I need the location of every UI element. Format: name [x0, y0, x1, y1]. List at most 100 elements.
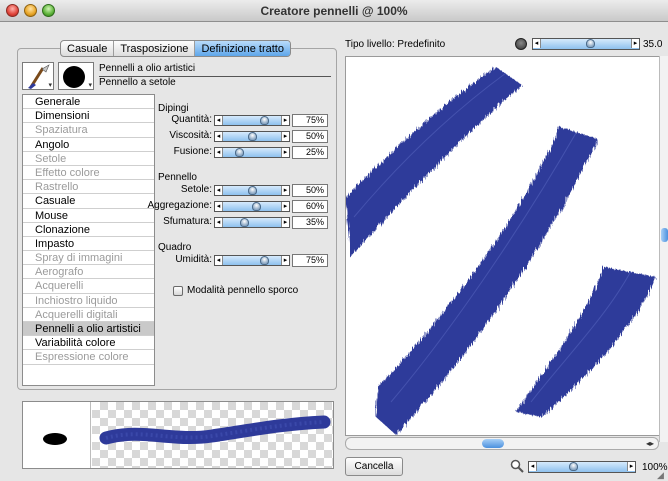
horizontal-scrollbar[interactable]: ◂▸: [345, 437, 659, 450]
vertical-scrollbar[interactable]: [659, 56, 668, 442]
dirty-mode-checkbox[interactable]: [173, 286, 183, 296]
fusione-slider[interactable]: ◂ ▸: [214, 147, 290, 158]
property-item[interactable]: Variabilità colore: [23, 336, 154, 351]
property-item[interactable]: Pennelli a olio artistici: [23, 322, 154, 337]
scratch-pad-canvas[interactable]: [345, 56, 667, 436]
slider-thumb[interactable]: [585, 39, 595, 48]
slider-thumb[interactable]: [569, 462, 579, 471]
fusione-label: Fusione:: [173, 146, 212, 157]
umidita-slider[interactable]: ◂ ▸: [214, 255, 290, 266]
umidita-value[interactable]: 75%: [292, 254, 328, 267]
slider-left-arrow-icon[interactable]: ◂: [533, 39, 541, 48]
setole-slider[interactable]: ◂ ▸: [214, 185, 290, 196]
canvas-strokes: [346, 67, 656, 435]
property-item: Rastrello: [23, 180, 154, 195]
slider-thumb[interactable]: [259, 116, 269, 125]
cancel-button[interactable]: Cancella: [345, 457, 403, 476]
property-item: Spray di immagini: [23, 251, 154, 266]
slider-left-arrow-icon[interactable]: ◂: [215, 256, 223, 265]
slider-left-arrow-icon[interactable]: ◂: [529, 462, 537, 471]
property-item[interactable]: Casuale: [23, 194, 154, 209]
title-bar: Creatore pennelli @ 100%: [0, 0, 668, 22]
viscosita-row: Viscosità: ◂ ▸ 50%: [158, 130, 330, 143]
brush-category-selector[interactable]: ▾: [22, 62, 54, 90]
slider-right-arrow-icon[interactable]: ▸: [281, 116, 289, 125]
property-item: Effetto colore: [23, 166, 154, 181]
aggregazione-label: Aggregazione:: [147, 200, 213, 211]
zoom-slider[interactable]: ◂ ▸: [528, 461, 636, 473]
brush-size-slider[interactable]: ◂ ▸: [532, 38, 640, 50]
tab-definizione-tratto[interactable]: Definizione tratto: [195, 41, 290, 56]
property-item[interactable]: Angolo: [23, 138, 154, 152]
slider-right-arrow-icon[interactable]: ▸: [281, 202, 289, 211]
vertical-scroll-thumb[interactable]: [661, 228, 668, 242]
dab-type-selector[interactable]: ▾: [58, 62, 94, 90]
aggregazione-slider[interactable]: ◂ ▸: [214, 201, 290, 212]
tab-trasposizione[interactable]: Trasposizione: [114, 41, 196, 56]
slider-thumb[interactable]: [247, 186, 257, 195]
slider-right-arrow-icon[interactable]: ▸: [281, 186, 289, 195]
viscosita-slider[interactable]: ◂ ▸: [214, 131, 290, 142]
property-item[interactable]: Mouse: [23, 209, 154, 223]
slider-left-arrow-icon[interactable]: ◂: [215, 116, 223, 125]
slider-thumb[interactable]: [235, 148, 245, 157]
sfumatura-value[interactable]: 35%: [292, 216, 328, 229]
slider-thumb[interactable]: [259, 256, 269, 265]
tab-casuale[interactable]: Casuale: [61, 41, 115, 56]
slider-thumb[interactable]: [247, 132, 257, 141]
slider-left-arrow-icon[interactable]: ◂: [215, 132, 223, 141]
property-item[interactable]: Generale: [23, 95, 154, 110]
property-item[interactable]: Clonazione: [23, 223, 154, 237]
property-item[interactable]: Dimensioni: [23, 109, 154, 124]
property-item: Espressione colore: [23, 350, 154, 365]
slider-right-arrow-icon[interactable]: ▸: [281, 148, 289, 157]
umidita-row: Umidità: ◂ ▸ 75%: [158, 254, 330, 267]
resize-grip-icon[interactable]: ◢: [657, 470, 667, 480]
sfumatura-slider[interactable]: ◂ ▸: [214, 217, 290, 228]
dropdown-arrow-icon: ▾: [88, 82, 92, 89]
property-item: Aerografo: [23, 265, 154, 280]
setole-row: Setole: ◂ ▸ 50%: [158, 184, 330, 197]
viscosita-value[interactable]: 50%: [292, 130, 328, 143]
slider-left-arrow-icon[interactable]: ◂: [215, 148, 223, 157]
brush-size-dot-icon[interactable]: [515, 38, 527, 50]
scroll-arrows-icon[interactable]: ◂▸: [646, 438, 654, 449]
slider-left-arrow-icon[interactable]: ◂: [215, 186, 223, 195]
slider-right-arrow-icon[interactable]: ▸: [281, 132, 289, 141]
slider-right-arrow-icon[interactable]: ▸: [281, 218, 289, 227]
slider-thumb[interactable]: [240, 218, 250, 227]
slider-thumb[interactable]: [252, 202, 262, 211]
magnifier-icon[interactable]: [510, 459, 524, 473]
property-item: Inchiostro liquido: [23, 294, 154, 308]
dirty-mode-label[interactable]: Modalità pennello sporco: [187, 285, 298, 296]
window-title: Creatore pennelli @ 100%: [260, 4, 408, 18]
property-item: Acquerelli digitali: [23, 308, 154, 322]
round-dab-icon: [63, 66, 85, 88]
layer-type-label: Tipo livello: Predefinito: [345, 39, 446, 50]
quantita-row: Quantità: ◂ ▸ 75%: [158, 114, 330, 127]
horizontal-scroll-thumb[interactable]: [482, 439, 504, 448]
brush-variant-name: Pennello a setole: [99, 77, 176, 88]
property-list: Generale Dimensioni Spaziatura Angolo Setole…: [22, 94, 155, 386]
property-item[interactable]: Impasto: [23, 237, 154, 252]
brush-creator-window: Creatore pennelli @ 100% Casuale Traspos…: [0, 0, 668, 481]
slider-left-arrow-icon[interactable]: ◂: [215, 202, 223, 211]
dropdown-arrow-icon: ▾: [48, 82, 52, 89]
setole-value[interactable]: 50%: [292, 184, 328, 197]
fusione-value[interactable]: 25%: [292, 146, 328, 159]
stroke-preview-area: [92, 402, 333, 468]
umidita-label: Umidità:: [175, 254, 212, 265]
brush-category-name: Pennelli a olio artistici: [99, 63, 196, 74]
slider-right-arrow-icon[interactable]: ▸: [281, 256, 289, 265]
quantita-value[interactable]: 75%: [292, 114, 328, 127]
slider-right-arrow-icon[interactable]: ▸: [627, 462, 635, 471]
fusione-row: Fusione: ◂ ▸ 25%: [158, 146, 330, 159]
slider-right-arrow-icon[interactable]: ▸: [631, 39, 639, 48]
aggregazione-row: Aggregazione: ◂ ▸ 60%: [148, 200, 330, 213]
sfumatura-label: Sfumatura:: [163, 216, 212, 227]
slider-left-arrow-icon[interactable]: ◂: [215, 218, 223, 227]
viscosita-label: Viscosità:: [169, 130, 212, 141]
aggregazione-value[interactable]: 60%: [292, 200, 328, 213]
tab-bar: Casuale Trasposizione Definizione tratto: [60, 40, 291, 57]
quantita-slider[interactable]: ◂ ▸: [214, 115, 290, 126]
